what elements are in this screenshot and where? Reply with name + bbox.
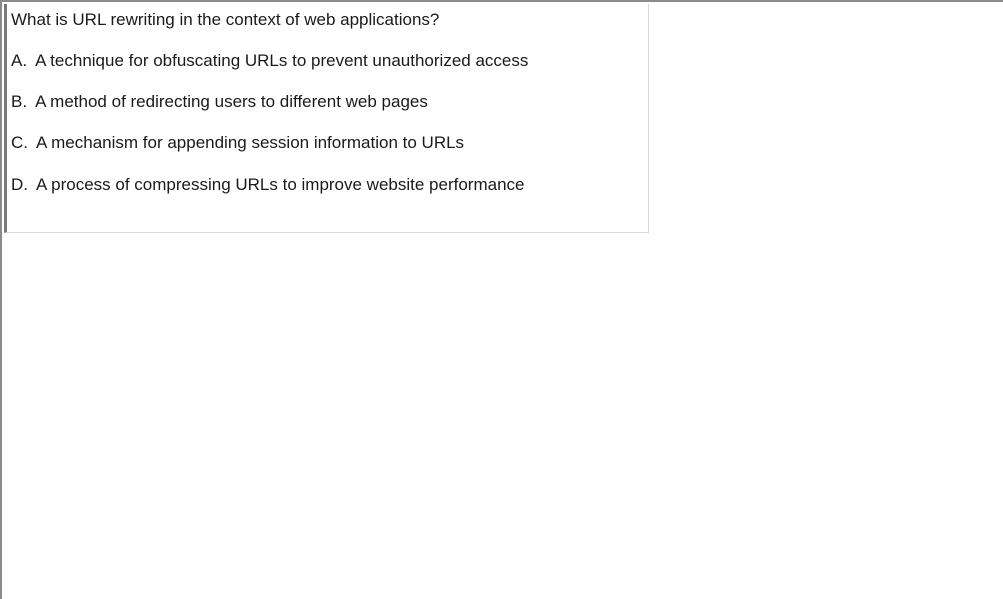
option-letter: B. (11, 92, 28, 111)
option-text: A technique for obfuscating URLs to prev… (35, 51, 529, 70)
option-text: A mechanism for appending session inform… (36, 133, 465, 152)
window-frame: What is URL rewriting in the context of … (0, 0, 1003, 599)
question-text: What is URL rewriting in the context of … (11, 10, 440, 29)
option-letter: D. (11, 175, 28, 194)
question-panel: What is URL rewriting in the context of … (4, 4, 649, 233)
option-a[interactable]: A. A technique for obfuscating URLs to pr… (11, 51, 528, 71)
option-b[interactable]: B. A method of redirecting users to diffe… (11, 92, 428, 112)
option-d[interactable]: D. A process of compressing URLs to impro… (11, 175, 524, 195)
option-letter: A. (11, 51, 28, 70)
option-text: A method of redirecting users to differe… (35, 92, 428, 111)
option-text: A process of compressing URLs to improve… (36, 175, 525, 194)
option-c[interactable]: C. A mechanism for appending session info… (11, 133, 464, 153)
option-letter: C. (11, 133, 28, 152)
